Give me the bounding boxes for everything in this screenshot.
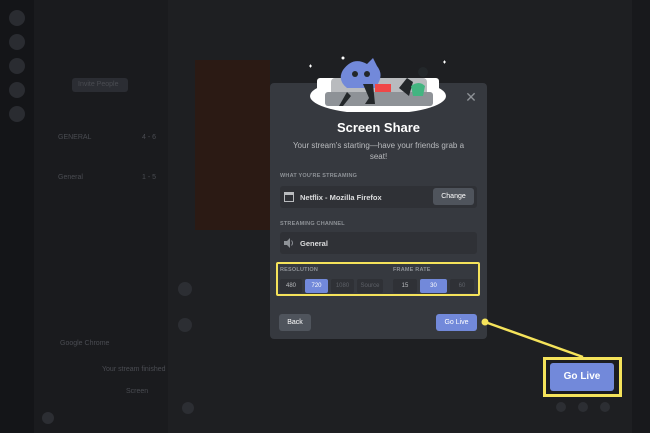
stream-status-tooltip: Your stream finished [102, 366, 166, 373]
channel-count: 1 - 5 [142, 174, 157, 181]
resolution-label: RESOLUTION [280, 267, 319, 273]
frame-rate-option-60[interactable]: 60 [450, 279, 474, 293]
invite-button[interactable]: Invite People [72, 78, 128, 92]
attach-icon[interactable] [182, 402, 194, 414]
voice-channel-label: Google Chrome [60, 340, 110, 347]
resolution-option-720[interactable]: 720 [305, 279, 328, 293]
screen-button-label[interactable]: Screen [126, 388, 148, 395]
avatar [178, 318, 192, 332]
application-window-icon [284, 192, 294, 202]
frame-rate-label: FRAME RATE [393, 267, 431, 273]
gif-icon[interactable] [578, 402, 588, 412]
video-preview [195, 60, 270, 230]
go-live-button[interactable]: Go Live [436, 314, 477, 331]
go-live-callout-button[interactable]: Go Live [550, 363, 614, 391]
streaming-channel-field: General [280, 232, 477, 254]
streaming-illustration-icon [309, 56, 446, 112]
invite-button-label: Invite People [78, 81, 119, 88]
modal-subtitle: Your stream's starting—have your friends… [292, 141, 465, 161]
modal-title: Screen Share [336, 120, 421, 135]
channel-sidebar: Invite People GENERAL 4 - 6 General 1 - … [34, 0, 168, 433]
emoji-icon[interactable] [600, 402, 610, 412]
member-list [632, 0, 650, 433]
server-icon[interactable] [9, 10, 25, 26]
close-icon[interactable]: ✕ [464, 90, 478, 104]
avatar[interactable] [42, 412, 54, 424]
frame-rate-option-30[interactable]: 30 [420, 279, 447, 293]
channel-section-label: STREAMING CHANNEL [280, 221, 345, 227]
server-icon[interactable] [9, 82, 25, 98]
back-button[interactable]: Back [279, 314, 311, 331]
resolution-option-source[interactable]: Source [357, 279, 383, 293]
streaming-source-name: Netflix - Mozilla Firefox [300, 193, 382, 202]
frame-rate-option-15[interactable]: 15 [393, 279, 417, 293]
speaker-icon [284, 238, 293, 248]
avatar [178, 282, 192, 296]
resolution-option-480[interactable]: 480 [280, 279, 302, 293]
server-icon[interactable] [9, 106, 25, 122]
streaming-channel-name: General [300, 239, 328, 248]
channel-category[interactable]: GENERAL [58, 134, 91, 141]
server-icon[interactable] [9, 34, 25, 50]
gift-icon[interactable] [556, 402, 566, 412]
resolution-option-1080[interactable]: 1080 [331, 279, 354, 293]
server-sidebar [0, 0, 34, 433]
change-source-button[interactable]: Change [433, 188, 474, 205]
streaming-section-label: WHAT YOU'RE STREAMING [280, 173, 358, 179]
server-icon[interactable] [9, 58, 25, 74]
channel-item-general[interactable]: General [58, 174, 83, 181]
channel-count: 4 - 6 [142, 134, 157, 141]
